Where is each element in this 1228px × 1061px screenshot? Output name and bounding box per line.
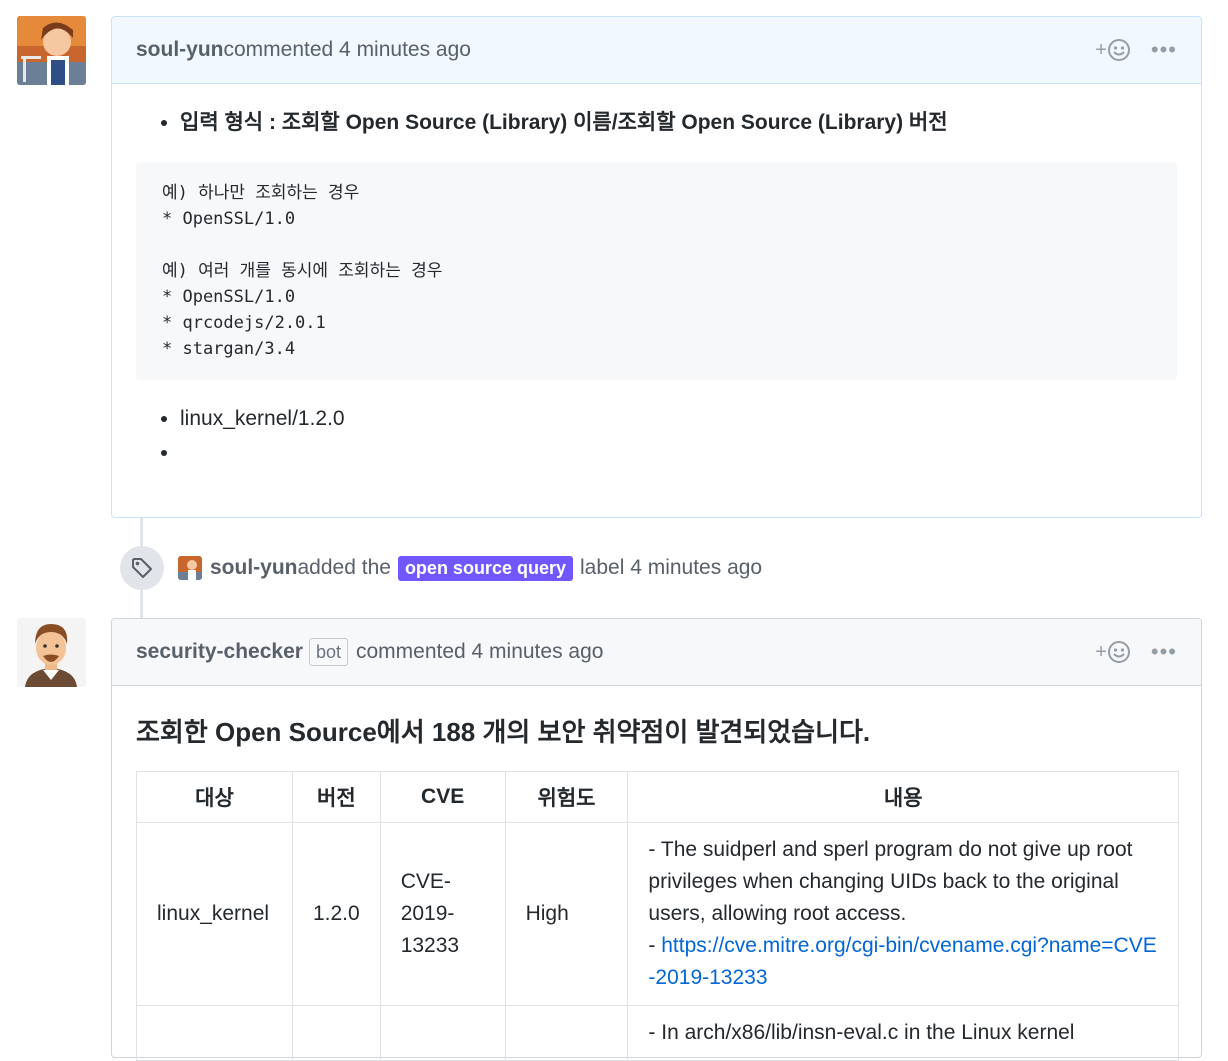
column-header: 대상 [136, 771, 293, 823]
smiley-icon [1107, 641, 1130, 663]
cell-target [136, 1005, 293, 1061]
comment-author[interactable]: security-checker [136, 640, 303, 664]
comment-options-kebab-icon[interactable]: ••• [1151, 641, 1177, 663]
comment-box: soul-yun commented 4 minutes ago + ••• 입… [111, 16, 1202, 518]
code-block: 예) 하나만 조회하는 경우 * OpenSSL/1.0 예) 여러 개를 동시… [136, 162, 1177, 380]
comment-header: soul-yun commented 4 minutes ago + ••• [112, 17, 1201, 84]
list-item [180, 436, 1177, 470]
label-event: soul-yun added the open source query lab… [120, 546, 762, 590]
comment-box: security-checker bot commented 4 minutes… [111, 618, 1202, 1061]
event-text: added the [297, 556, 391, 579]
table-row: - In arch/x86/lib/insn-eval.c in the Lin… [136, 1005, 1179, 1061]
smiley-icon [1107, 39, 1130, 61]
list-item: 입력 형식 : 조회할 Open Source (Library) 이름/조회할… [180, 106, 1177, 140]
event-text: label 4 minutes ago [579, 556, 763, 579]
cell-version [291, 1005, 381, 1061]
column-header: CVE [379, 771, 506, 823]
column-header: 내용 [627, 771, 1179, 823]
label-open-source-query[interactable]: open source query [397, 555, 573, 581]
comment-meta: commented 4 minutes ago [355, 640, 604, 663]
cell-target: linux_kernel [136, 822, 293, 1006]
cell-risk [504, 1005, 629, 1061]
cell-description: - In arch/x86/lib/insn-eval.c in the Lin… [627, 1005, 1179, 1061]
comment-author[interactable]: soul-yun [136, 38, 224, 62]
avatar[interactable] [178, 556, 202, 580]
table-header-row: 대상 버전 CVE 위험도 내용 [136, 771, 1179, 823]
link-prefix: - [648, 934, 662, 957]
cell-cve [379, 1005, 506, 1061]
event-author[interactable]: soul-yun [210, 556, 298, 580]
cell-description: - The suidperl and sperl program do not … [627, 822, 1179, 1006]
cell-version: 1.2.0 [291, 822, 381, 1006]
cve-link[interactable]: https://cve.mitre.org/cgi-bin/cvename.cg… [648, 934, 1156, 989]
list-item: linux_kernel/1.2.0 [180, 402, 1177, 436]
comment-body: 입력 형식 : 조회할 Open Source (Library) 이름/조회할… [112, 84, 1201, 492]
comment-body: 조회한 Open Source에서 188 개의 보안 취약점이 발견되었습니다… [112, 686, 1201, 1061]
comment-meta: commented 4 minutes ago [223, 38, 471, 61]
description-text: - The suidperl and sperl program do not … [648, 838, 1133, 925]
comment-options-kebab-icon[interactable]: ••• [1151, 39, 1177, 61]
comment-header: security-checker bot commented 4 minutes… [112, 619, 1201, 686]
result-heading: 조회한 Open Source에서 188 개의 보안 취약점이 발견되었습니다… [136, 717, 871, 747]
table-row: linux_kernel 1.2.0 CVE-2019-13233 High -… [136, 822, 1179, 1006]
timeline-connector [140, 590, 143, 618]
avatar-soul-yun[interactable] [17, 16, 86, 85]
column-header: 버전 [291, 771, 381, 823]
cell-risk: High [504, 822, 629, 1006]
avatar-security-checker[interactable] [17, 618, 86, 687]
bot-badge: bot [308, 638, 348, 666]
add-reaction-button[interactable]: + [1095, 640, 1131, 664]
vulnerability-table: 대상 버전 CVE 위험도 내용 linux_kernel 1.2.0 CVE-… [136, 771, 1179, 1061]
timeline-connector [140, 518, 143, 546]
tag-icon [120, 546, 164, 590]
add-reaction-button[interactable]: + [1095, 38, 1131, 62]
cell-cve: CVE-2019-13233 [379, 822, 506, 1006]
column-header: 위험도 [504, 771, 629, 823]
